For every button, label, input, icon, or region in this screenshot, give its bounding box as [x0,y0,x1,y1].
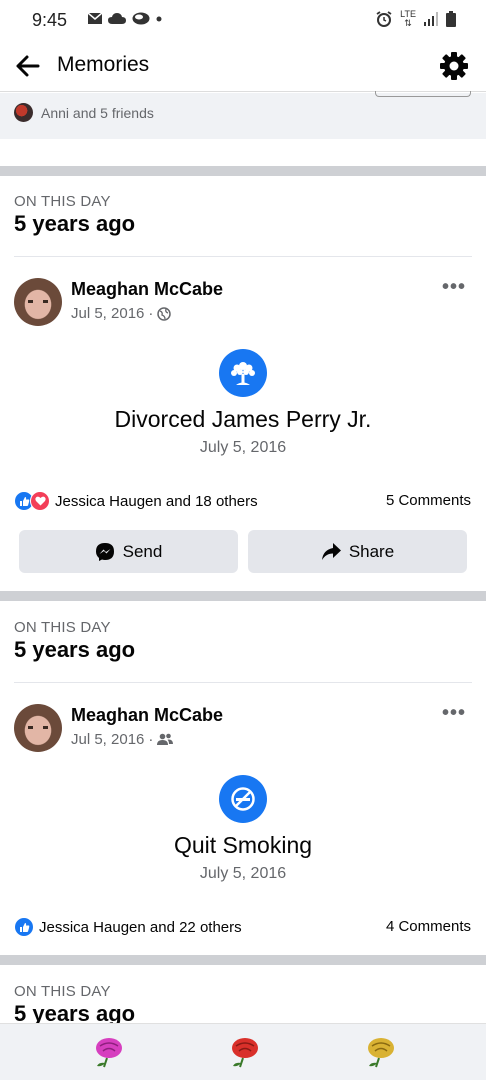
previous-memory-footer: Anni and 5 friends [0,91,486,139]
post-meta: Jul 5, 2016 · [71,305,172,322]
share-arrow-icon [321,542,341,560]
section-divider [0,166,486,176]
battery-icon [446,11,456,27]
globe-icon [157,306,172,321]
network-type: LTE [400,9,416,19]
heading-divider [14,256,472,257]
section-heading: 5 years ago [14,211,136,236]
bottom-rose-bar [0,1023,486,1080]
signal-icon [424,12,438,26]
life-event-title[interactable]: Quit Smoking [0,832,486,859]
red-rose-icon[interactable] [227,1036,261,1068]
friends-icon [157,733,174,745]
section-label: ON THIS DAY [14,983,111,1000]
comments-count[interactable]: 5 Comments [386,492,471,509]
comments-count[interactable]: 4 Comments [386,918,471,935]
life-event-title[interactable]: Divorced James Perry Jr. [0,406,486,433]
settings-button[interactable] [438,50,470,82]
alarm-icon [376,11,392,27]
section-label: ON THIS DAY [14,619,111,636]
post-author[interactable]: Meaghan McCabe [71,279,223,300]
meta-separator: · [148,731,154,748]
avatar[interactable] [14,278,62,326]
post-meta: Jul 5, 2016 · [71,731,174,748]
cloud-icon [108,13,126,24]
section-heading: 5 years ago [14,637,136,662]
meta-separator: · [148,305,154,322]
more-options-button[interactable]: ••• [442,276,466,299]
status-notification-icons [88,12,162,25]
send-label: Send [122,541,163,561]
status-system-icons: LTE ⇅ [376,10,456,28]
post-date[interactable]: Jul 5, 2016 [71,731,144,748]
no-smoking-icon [219,775,267,823]
messenger-icon [95,542,114,561]
reactions-summary[interactable]: Jessica Haugen and 22 others [14,917,242,937]
tree-icon [219,349,267,397]
heading-divider [14,682,472,683]
life-event-date: July 5, 2016 [199,865,287,882]
mail-icon [88,13,102,24]
yellow-rose-icon[interactable] [363,1036,397,1068]
section-divider [0,955,486,965]
avatar[interactable] [14,704,62,752]
lte-icon: LTE ⇅ [400,9,416,28]
page-title: Memories [57,53,150,76]
cloud-alt-icon [132,12,150,25]
dot-icon [156,16,162,21]
post-author[interactable]: Meaghan McCabe [71,705,223,726]
gear-icon [440,52,468,80]
love-icon [30,491,50,511]
reactions-text: Jessica Haugen and 18 others [55,492,258,510]
more-options-button[interactable]: ••• [442,702,466,725]
section-label: ON THIS DAY [14,193,111,210]
reactions-summary[interactable]: Jessica Haugen and 18 others [14,491,258,511]
life-event-date: July 5, 2016 [199,439,287,456]
arrow-left-icon [16,55,40,77]
pink-rose-icon[interactable] [91,1036,125,1068]
send-button[interactable]: Send [19,530,238,573]
section-divider [0,591,486,601]
previous-action-button-edge[interactable] [375,91,471,97]
friends-text: Anni and 5 friends [41,104,154,121]
post-date[interactable]: Jul 5, 2016 [71,305,144,322]
share-button[interactable]: Share [248,530,467,573]
status-time: 9:45 [32,10,68,30]
reactions-text: Jessica Haugen and 22 others [39,918,242,936]
app-header: Memories [0,40,486,92]
friend-avatar [14,103,33,122]
share-label: Share [348,541,395,561]
back-button[interactable] [12,50,44,82]
like-icon [14,917,34,937]
status-bar: 9:45 LTE ⇅ [0,0,486,40]
